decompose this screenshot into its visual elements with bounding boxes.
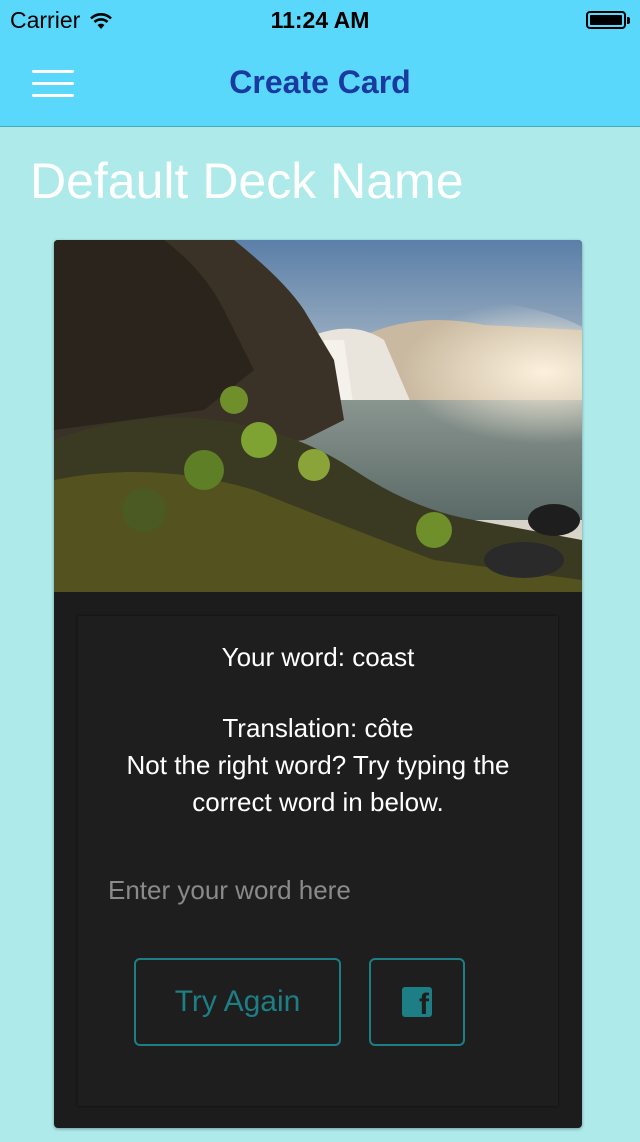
status-bar: Carrier 11:24 AM xyxy=(0,0,640,40)
word-input[interactable] xyxy=(108,868,528,912)
hint-text-line-1: Not the right word? Try typing the xyxy=(126,750,510,780)
status-time: 11:24 AM xyxy=(270,7,370,33)
deck-name-heading: Default Deck Name xyxy=(30,153,464,209)
facebook-icon: f xyxy=(402,987,432,1017)
battery-icon xyxy=(586,11,630,29)
word-card: Your word: coast Translation: côte Not t… xyxy=(54,240,582,1128)
page-title: Create Card xyxy=(229,64,411,100)
nav-bar: Create Card xyxy=(0,40,640,127)
card-details: Your word: coast Translation: côte Not t… xyxy=(78,616,558,1106)
try-again-button[interactable]: Try Again xyxy=(134,958,341,1046)
facebook-share-button[interactable]: f xyxy=(369,958,465,1046)
card-photo-waterfall xyxy=(54,240,582,592)
hint-text-line-2: correct word in below. xyxy=(192,787,444,817)
translation-block: Translation: côte Not the right word? Tr… xyxy=(78,710,558,821)
your-word-text: Your word: coast xyxy=(221,642,415,672)
translation-text: Translation: côte xyxy=(222,713,414,743)
